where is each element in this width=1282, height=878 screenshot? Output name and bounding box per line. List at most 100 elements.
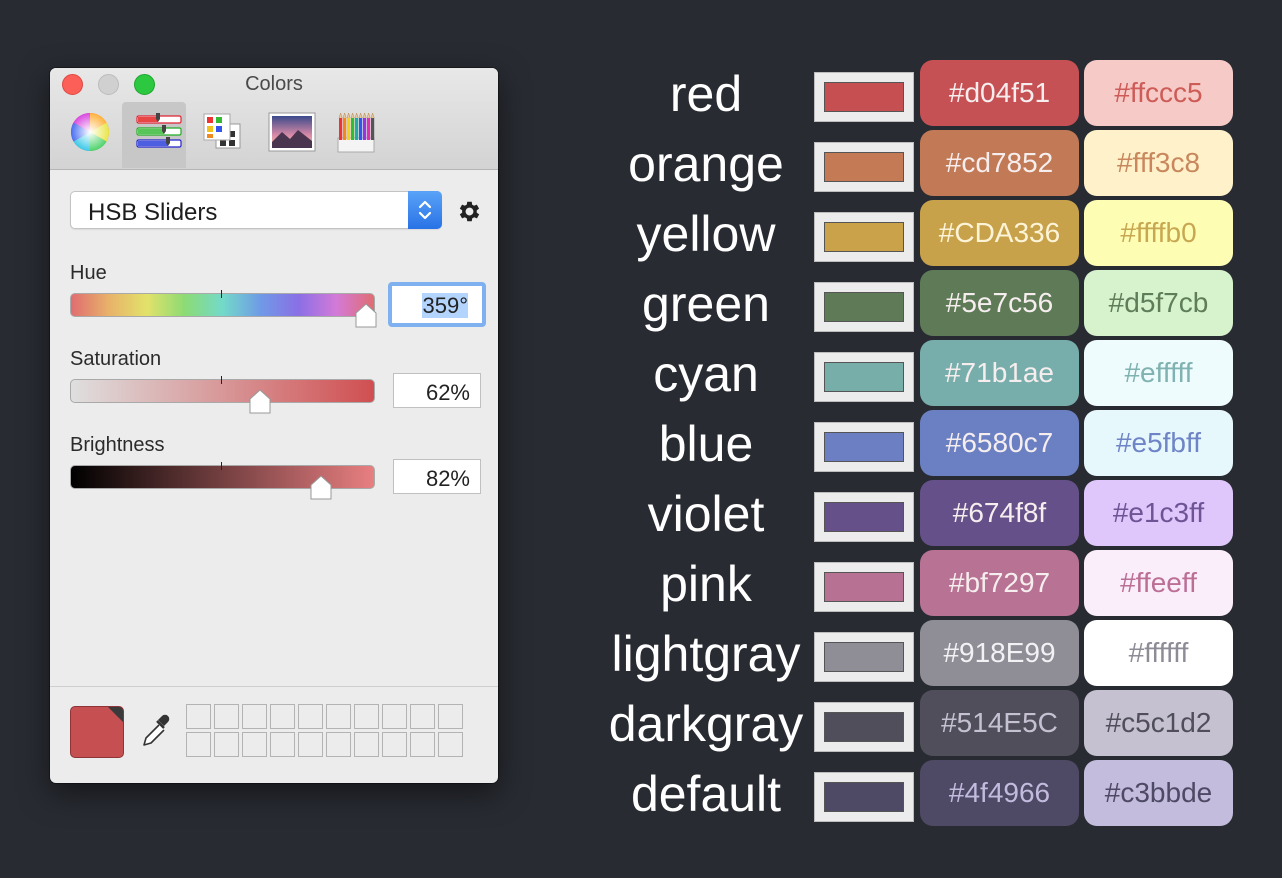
color-name: default (630, 766, 782, 822)
color-well-corner (107, 707, 123, 723)
dark-color-chip: #514E5C (920, 690, 1079, 756)
dark-color-chip: #674f8f (920, 480, 1079, 546)
brightness-knob[interactable] (309, 475, 333, 501)
dark-color-chip: #4f4966 (920, 760, 1079, 826)
color-well[interactable] (814, 72, 914, 122)
popup-arrows (408, 191, 442, 229)
swatch-cell[interactable] (438, 704, 463, 729)
color-well-fill (824, 502, 904, 532)
gear-icon[interactable] (456, 198, 483, 225)
color-well[interactable] (814, 422, 914, 472)
image-palettes-button[interactable] (254, 102, 318, 168)
swatch-cell[interactable] (410, 732, 435, 757)
color-name: green (642, 276, 770, 332)
palette-row-default: default #4f4966 #c3bbde (600, 760, 1240, 826)
palette-row-orange: orange #cd7852 #fff3c8 (600, 130, 1240, 196)
color-sliders-button[interactable] (122, 102, 186, 168)
pencils-button[interactable] (320, 102, 384, 168)
hue-value: 359° (422, 293, 468, 318)
hue-value-field[interactable]: 359° (388, 282, 486, 327)
hue-slider[interactable] (70, 290, 377, 328)
swatch-cell[interactable] (354, 732, 379, 757)
color-well[interactable] (814, 282, 914, 332)
image-palette-icon (268, 112, 316, 152)
swatch-cell[interactable] (298, 704, 323, 729)
color-name: cyan (653, 346, 759, 402)
swatch-cell[interactable] (354, 704, 379, 729)
saturation-label: Saturation (70, 348, 162, 370)
dark-color-chip: #6580c7 (920, 410, 1079, 476)
swatch-cell[interactable] (186, 732, 211, 757)
color-palettes-button[interactable] (188, 102, 252, 168)
color-well[interactable] (814, 772, 914, 822)
swatch-cell[interactable] (326, 704, 351, 729)
palette-row-pink: pink #bf7297 #ffeeff (600, 550, 1240, 616)
palette-row-cyan: cyan #71b1ae #efffff (600, 340, 1240, 406)
color-name: yellow (636, 206, 776, 262)
palette-row-blue: blue #6580c7 #e5fbff (600, 410, 1240, 476)
swatch-cell[interactable] (242, 704, 267, 729)
light-color-chip: #efffff (1084, 340, 1233, 406)
swatch-cell[interactable] (410, 704, 435, 729)
color-well-fill (824, 712, 904, 742)
swatch-cell[interactable] (270, 732, 295, 757)
light-color-chip: #d5f7cb (1084, 270, 1233, 336)
color-name: violet (647, 486, 765, 542)
color-name: lightgray (611, 626, 801, 682)
custom-swatch-grid (186, 704, 463, 757)
dark-color-chip: #CDA336 (920, 200, 1079, 266)
swatch-cell[interactable] (382, 704, 407, 729)
color-well[interactable] (814, 352, 914, 402)
swatch-cell[interactable] (242, 732, 267, 757)
color-well[interactable] (814, 702, 914, 752)
swatch-cell[interactable] (270, 704, 295, 729)
dark-color-chip: #918E99 (920, 620, 1079, 686)
color-wheel-icon (70, 112, 110, 152)
title-bar: Colors (50, 68, 498, 170)
color-name: blue (658, 416, 754, 472)
swatch-cell[interactable] (186, 704, 211, 729)
bottom-bar (50, 686, 498, 783)
color-well[interactable] (814, 492, 914, 542)
color-well-fill (824, 432, 904, 462)
swatch-cell[interactable] (438, 732, 463, 757)
mode-select[interactable]: HSB Sliders (70, 191, 442, 229)
mode-select-value: HSB Sliders (88, 199, 218, 226)
light-color-chip: #e1c3ff (1084, 480, 1233, 546)
swatch-cell[interactable] (214, 732, 239, 757)
hue-tick (221, 290, 222, 298)
light-color-chip: #ffccc5 (1084, 60, 1233, 126)
brightness-label: Brightness (70, 434, 165, 456)
color-well[interactable] (814, 142, 914, 192)
light-color-chip: #c3bbde (1084, 760, 1233, 826)
saturation-tick (221, 376, 222, 384)
saturation-slider[interactable] (70, 376, 375, 414)
chevron-updown-icon (418, 200, 432, 220)
color-well-fill (824, 82, 904, 112)
color-well-fill (824, 362, 904, 392)
brightness-slider[interactable] (70, 462, 375, 500)
light-color-chip: #ffeeff (1084, 550, 1233, 616)
color-name: pink (660, 556, 752, 612)
saturation-knob[interactable] (248, 389, 272, 415)
color-wheel-button[interactable] (56, 102, 120, 168)
color-well-fill (824, 642, 904, 672)
current-color-well[interactable] (70, 706, 124, 758)
color-well[interactable] (814, 212, 914, 262)
eyedropper-icon[interactable] (140, 713, 172, 753)
light-color-chip: #ffffb0 (1084, 200, 1233, 266)
swatch-cell[interactable] (382, 732, 407, 757)
color-well[interactable] (814, 632, 914, 682)
swatch-cell[interactable] (214, 704, 239, 729)
light-color-chip: #c5c1d2 (1084, 690, 1233, 756)
dark-color-chip: #bf7297 (920, 550, 1079, 616)
swatch-cell[interactable] (298, 732, 323, 757)
swatch-cell[interactable] (326, 732, 351, 757)
saturation-value-field[interactable]: 62% (393, 373, 481, 408)
color-well[interactable] (814, 562, 914, 612)
dark-color-chip: #71b1ae (920, 340, 1079, 406)
brightness-value-field[interactable]: 82% (393, 459, 481, 494)
color-well-fill (824, 292, 904, 322)
hue-knob[interactable] (354, 303, 378, 329)
palette-row-green: green #5e7c56 #d5f7cb (600, 270, 1240, 336)
